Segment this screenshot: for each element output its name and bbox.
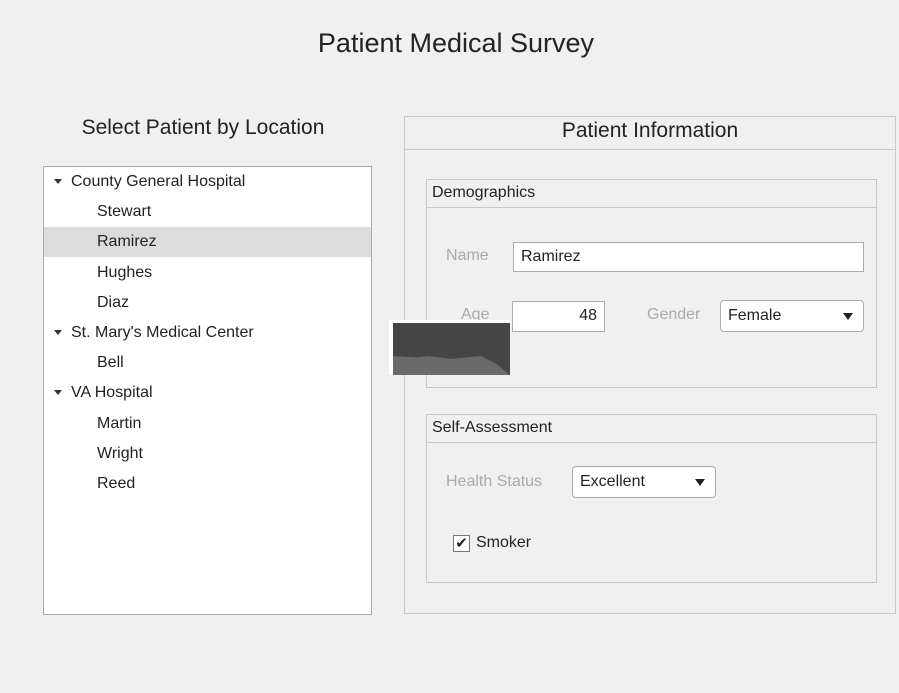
caret-down-icon[interactable]	[54, 330, 62, 335]
tree-patient-node[interactable]: Ramirez	[44, 227, 371, 258]
tree-node-label: Ramirez	[97, 233, 157, 251]
tree-location-node[interactable]: VA Hospital	[44, 378, 371, 408]
tree-node-label: Bell	[97, 354, 124, 372]
tree-node-label: Hughes	[97, 263, 153, 281]
name-field[interactable]: Ramirez	[513, 242, 864, 272]
tree-patient-node[interactable]: Wright	[44, 439, 371, 469]
tree-node-label: County General Hospital	[71, 173, 246, 190]
tree-node-label: Martin	[97, 414, 142, 432]
app-title: Patient Medical Survey	[317, 28, 595, 58]
tree-node-label: St. Mary's Medical Center	[71, 324, 254, 341]
smoker-label: Smoker	[476, 534, 532, 551]
overlay-image	[389, 320, 510, 375]
tree-patient-node[interactable]: Stewart	[44, 197, 371, 227]
tree-node-label: Diaz	[97, 293, 130, 311]
tree-node-label: Wright	[97, 444, 143, 462]
name-label: Name	[446, 247, 489, 264]
health-status-dropdown[interactable]: Excellent	[572, 466, 716, 498]
divider	[405, 149, 895, 150]
tree-location-node[interactable]: St. Mary's Medical Center	[44, 318, 371, 348]
gender-label: Gender	[647, 306, 701, 323]
tree-node-label: Stewart	[97, 203, 152, 221]
tree-patient-node[interactable]: Reed	[44, 469, 371, 499]
gender-value: Female	[728, 307, 782, 324]
caret-down-icon[interactable]	[54, 390, 62, 396]
checkmark-icon: ✔	[455, 535, 468, 552]
tree-location-node[interactable]: County General Hospital	[44, 167, 371, 197]
tree-patient-node[interactable]: Bell	[44, 348, 371, 378]
chevron-down-icon	[695, 479, 705, 486]
tree-patient-node[interactable]: Hughes	[44, 258, 371, 288]
tree-node-label: VA Hospital	[71, 384, 153, 402]
patient-tree[interactable]: County General Hospital Stewart Ramirez Hug…	[43, 166, 372, 615]
health-status-label: Health Status	[446, 473, 543, 490]
smoker-checkbox[interactable]: ✔	[453, 535, 470, 552]
tree-title: Select Patient by Location	[81, 116, 325, 139]
tree-patient-node[interactable]: Martin	[44, 409, 371, 439]
panel-title: Patient Information	[561, 119, 739, 142]
chevron-down-icon	[843, 313, 853, 320]
self-assessment-group: Self-Assessment	[426, 414, 877, 583]
age-field[interactable]: 48	[512, 301, 605, 332]
tree-node-label: Reed	[97, 475, 136, 492]
tree-patient-node[interactable]: Diaz	[44, 288, 371, 318]
health-status-value: Excellent	[580, 473, 645, 490]
caret-down-icon[interactable]	[54, 179, 62, 184]
self-assessment-title: Self-Assessment	[427, 415, 876, 443]
gender-dropdown[interactable]: Female	[720, 300, 864, 332]
demographics-title: Demographics	[427, 180, 876, 208]
